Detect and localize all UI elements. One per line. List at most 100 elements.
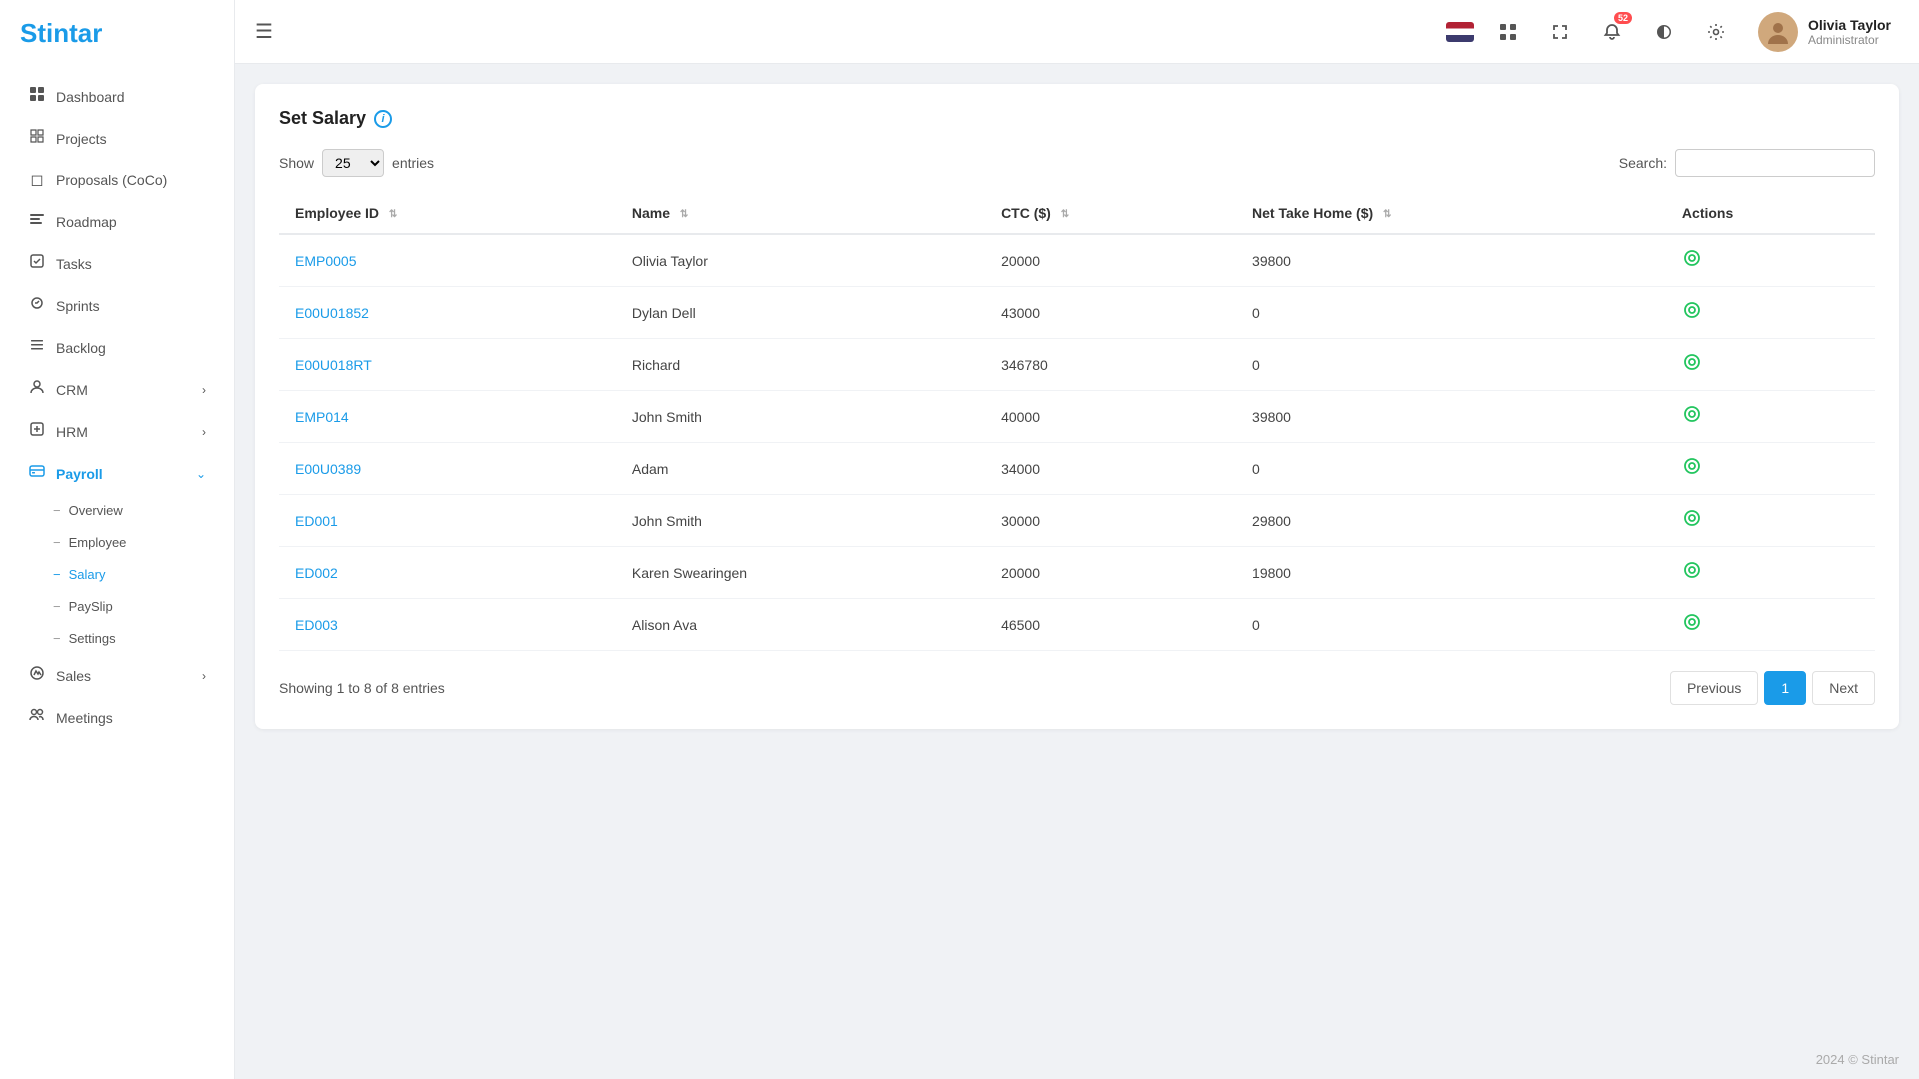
language-flag-icon[interactable] xyxy=(1446,22,1474,42)
sidebar-item-dashboard[interactable]: Dashboard xyxy=(8,76,226,117)
sprints-icon xyxy=(28,295,46,316)
view-action-icon[interactable] xyxy=(1682,408,1702,428)
cell-name: John Smith xyxy=(616,391,985,443)
notification-bell-icon[interactable]: 52 xyxy=(1594,14,1630,50)
emp-id-link[interactable]: ED001 xyxy=(295,513,338,529)
cell-net-take-home: 0 xyxy=(1236,599,1666,651)
cell-emp-id: E00U0389 xyxy=(279,443,616,495)
emp-id-link[interactable]: ED003 xyxy=(295,617,338,633)
cell-name: Adam xyxy=(616,443,985,495)
sidebar-item-projects[interactable]: Projects xyxy=(8,118,226,159)
salary-card: Set Salary i Show 10 25 50 100 entries S… xyxy=(255,84,1899,729)
cell-emp-id: E00U018RT xyxy=(279,339,616,391)
view-action-icon[interactable] xyxy=(1682,512,1702,532)
cell-actions xyxy=(1666,547,1875,599)
next-button[interactable]: Next xyxy=(1812,671,1875,705)
table-controls: Show 10 25 50 100 entries Search: xyxy=(279,149,1875,177)
sort-emp-id-icon[interactable]: ⇅ xyxy=(389,209,397,220)
emp-id-link[interactable]: E00U018RT xyxy=(295,357,372,373)
page-title: Set Salary xyxy=(279,108,366,129)
apps-icon[interactable] xyxy=(1490,14,1526,50)
sub-settings[interactable]: Settings xyxy=(8,623,226,654)
table-row: EMP014John Smith4000039800 xyxy=(279,391,1875,443)
col-actions: Actions xyxy=(1666,193,1875,234)
cell-actions xyxy=(1666,391,1875,443)
menu-toggle-icon[interactable]: ☰ xyxy=(255,19,273,44)
page-1-button[interactable]: 1 xyxy=(1764,671,1806,705)
sort-net-icon[interactable]: ⇅ xyxy=(1383,209,1391,220)
header: ☰ 52 xyxy=(235,0,1919,64)
table-row: E00U018RTRichard3467800 xyxy=(279,339,1875,391)
table-header-row: Employee ID ⇅ Name ⇅ CTC ($) ⇅ Net Tak xyxy=(279,193,1875,234)
sub-overview[interactable]: Overview xyxy=(8,495,226,526)
sub-salary[interactable]: Salary xyxy=(8,559,226,590)
sales-icon xyxy=(28,665,46,686)
view-action-icon[interactable] xyxy=(1682,564,1702,584)
crm-icon xyxy=(28,379,46,400)
user-profile[interactable]: Olivia Taylor Administrator xyxy=(1750,8,1899,56)
view-action-icon[interactable] xyxy=(1682,252,1702,272)
cell-name: Karen Swearingen xyxy=(616,547,985,599)
user-name: Olivia Taylor xyxy=(1808,17,1891,33)
cell-emp-id: E00U01852 xyxy=(279,287,616,339)
payroll-submenu: Overview Employee Salary PaySlip Setting… xyxy=(0,495,234,654)
cell-name: John Smith xyxy=(616,495,985,547)
cell-ctc: 30000 xyxy=(985,495,1236,547)
sidebar-item-tasks[interactable]: Tasks xyxy=(8,243,226,284)
emp-id-link[interactable]: E00U0389 xyxy=(295,461,361,477)
sidebar-item-payroll[interactable]: Payroll ⌄ xyxy=(8,453,226,494)
info-icon[interactable]: i xyxy=(374,110,392,128)
emp-id-link[interactable]: EMP0005 xyxy=(295,253,356,269)
emp-id-link[interactable]: ED002 xyxy=(295,565,338,581)
pagination: Previous 1 Next xyxy=(1670,671,1875,705)
search-input[interactable] xyxy=(1675,149,1875,177)
dark-mode-icon[interactable] xyxy=(1646,14,1682,50)
sidebar-item-hrm[interactable]: HRM › xyxy=(8,411,226,452)
cell-name: Alison Ava xyxy=(616,599,985,651)
salary-table: Employee ID ⇅ Name ⇅ CTC ($) ⇅ Net Tak xyxy=(279,193,1875,651)
payroll-icon xyxy=(28,463,46,484)
user-role: Administrator xyxy=(1808,33,1891,47)
sidebar-label-payroll: Payroll xyxy=(56,466,103,482)
sub-payslip-label: PaySlip xyxy=(69,599,113,614)
sidebar-item-crm[interactable]: CRM › xyxy=(8,369,226,410)
cell-ctc: 40000 xyxy=(985,391,1236,443)
cell-net-take-home: 19800 xyxy=(1236,547,1666,599)
view-action-icon[interactable] xyxy=(1682,616,1702,636)
cell-actions xyxy=(1666,339,1875,391)
cell-emp-id: ED003 xyxy=(279,599,616,651)
view-action-icon[interactable] xyxy=(1682,460,1702,480)
emp-id-link[interactable]: EMP014 xyxy=(295,409,349,425)
sidebar-label-projects: Projects xyxy=(56,131,107,147)
cell-actions xyxy=(1666,443,1875,495)
cell-ctc: 346780 xyxy=(985,339,1236,391)
emp-id-link[interactable]: E00U01852 xyxy=(295,305,369,321)
sub-employee-label: Employee xyxy=(69,535,127,550)
sidebar-item-meetings[interactable]: Meetings xyxy=(8,697,226,738)
sidebar-item-sprints[interactable]: Sprints xyxy=(8,285,226,326)
showing-text: Showing 1 to 8 of 8 entries xyxy=(279,680,445,696)
sidebar-item-sales[interactable]: Sales › xyxy=(8,655,226,696)
sidebar-item-backlog[interactable]: Backlog xyxy=(8,327,226,368)
sub-employee[interactable]: Employee xyxy=(8,527,226,558)
cell-net-take-home: 0 xyxy=(1236,339,1666,391)
sidebar-label-roadmap: Roadmap xyxy=(56,214,117,230)
sidebar-item-roadmap[interactable]: Roadmap xyxy=(8,201,226,242)
footer: 2024 © Stintar xyxy=(235,1040,1919,1079)
meetings-icon xyxy=(28,707,46,728)
view-action-icon[interactable] xyxy=(1682,356,1702,376)
sub-payslip[interactable]: PaySlip xyxy=(8,591,226,622)
search-box: Search: xyxy=(1619,149,1875,177)
payroll-arrow: ⌄ xyxy=(196,467,206,481)
entries-select[interactable]: 10 25 50 100 xyxy=(322,149,384,177)
footer-text: 2024 © Stintar xyxy=(1816,1052,1899,1067)
sort-ctc-icon[interactable]: ⇅ xyxy=(1061,209,1069,220)
crm-arrow: › xyxy=(202,383,206,397)
previous-button[interactable]: Previous xyxy=(1670,671,1758,705)
expand-icon[interactable] xyxy=(1542,14,1578,50)
sidebar-item-proposals[interactable]: ◻ Proposals (CoCo) xyxy=(8,160,226,200)
view-action-icon[interactable] xyxy=(1682,304,1702,324)
avatar xyxy=(1758,12,1798,52)
settings-gear-icon[interactable] xyxy=(1698,14,1734,50)
sort-name-icon[interactable]: ⇅ xyxy=(680,209,688,220)
